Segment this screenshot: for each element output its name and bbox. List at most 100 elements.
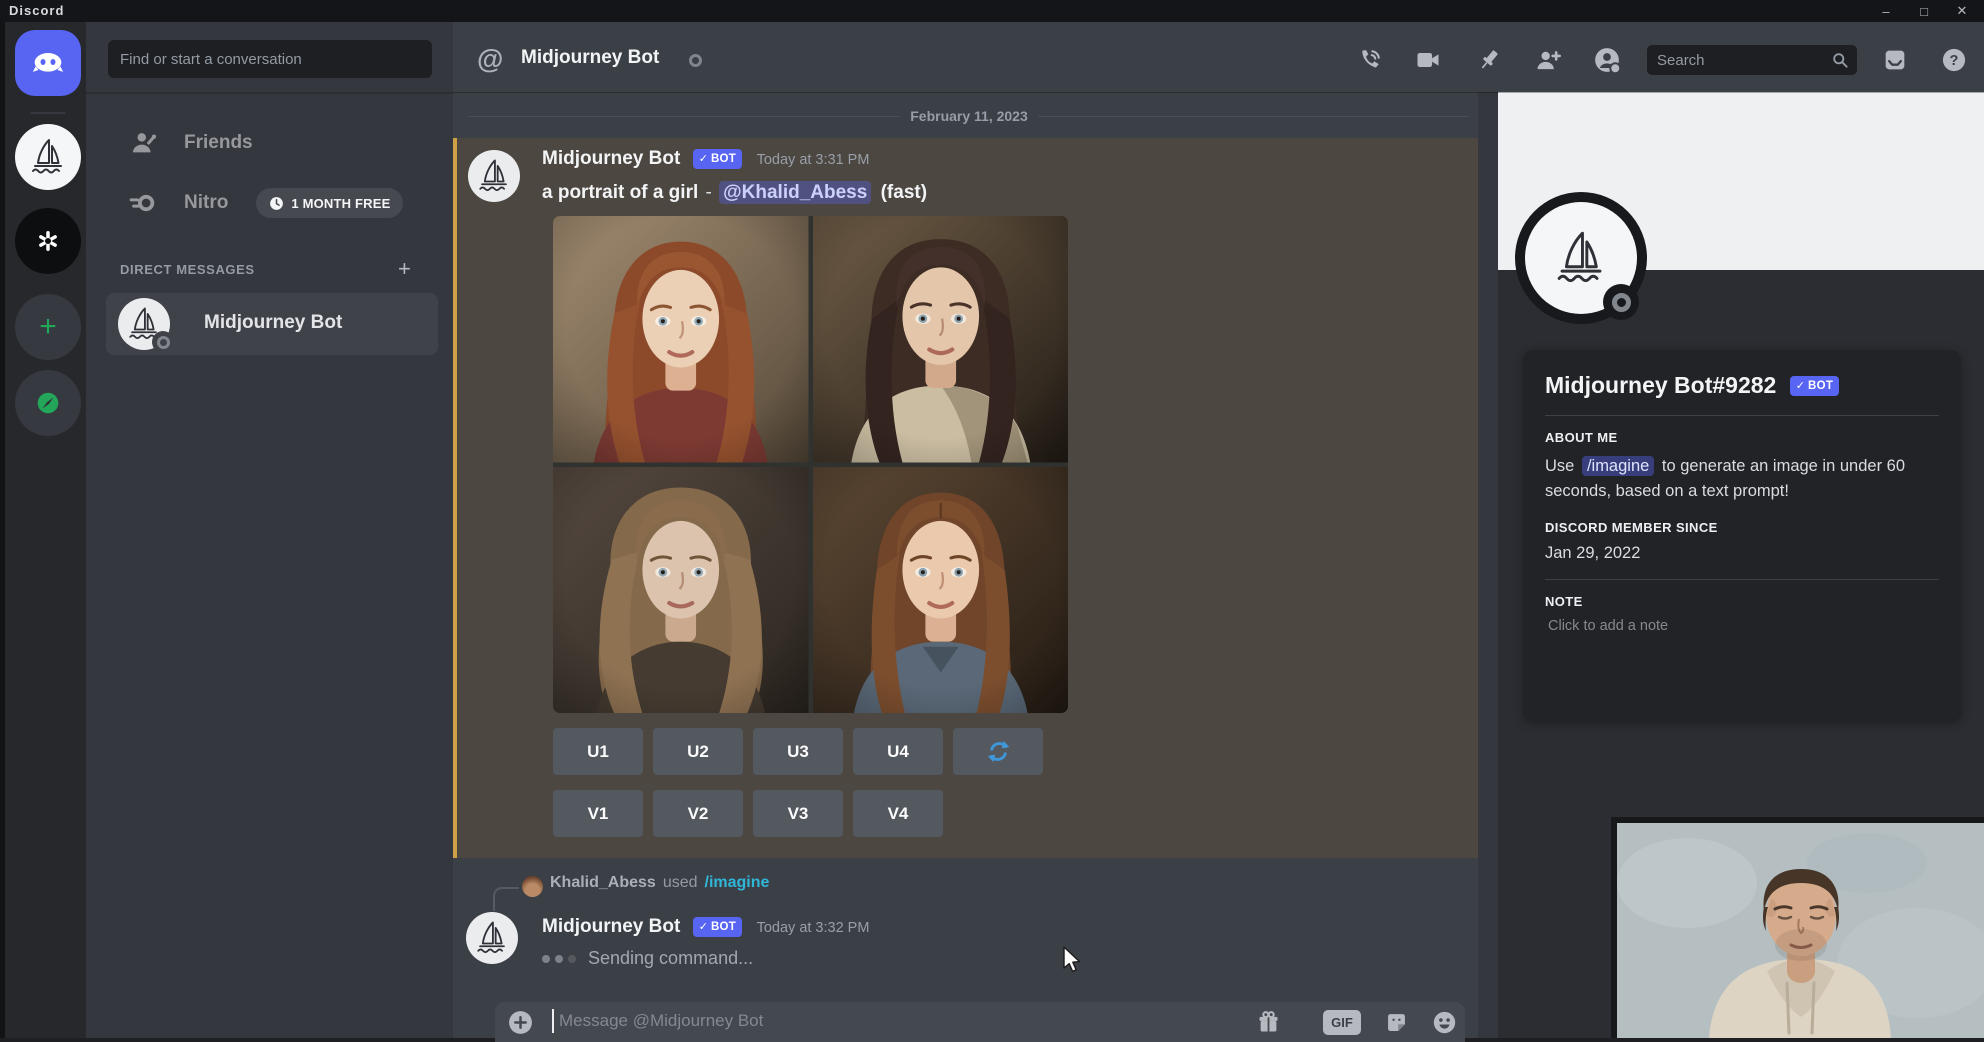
conversation-search-input[interactable]	[108, 40, 432, 78]
check-icon: ✓	[699, 152, 708, 165]
profile-name: Midjourney Bot#9282	[1545, 372, 1776, 398]
upscale-1-button[interactable]: U1	[553, 728, 643, 775]
chat-header: @ Midjourney Bot	[453, 22, 1984, 92]
dm-section-header[interactable]: DIRECT MESSAGES	[120, 262, 255, 277]
header-search-input[interactable]	[1657, 48, 1817, 72]
nitro-offer-label: 1 MONTH FREE	[291, 196, 390, 211]
dm-item-label: Midjourney Bot	[204, 312, 342, 334]
upload-button[interactable]	[507, 1009, 534, 1036]
rail-divider	[30, 112, 66, 114]
mouse-cursor	[1062, 946, 1086, 976]
chat-title: Midjourney Bot	[521, 47, 659, 69]
upscale-3-button[interactable]: U3	[753, 728, 843, 775]
reroll-button[interactable]	[953, 728, 1043, 775]
author-name[interactable]: Midjourney Bot	[542, 148, 680, 169]
author-name[interactable]: Midjourney Bot	[542, 916, 680, 937]
variation-2-button[interactable]: V2	[653, 790, 743, 837]
message-header: Midjourney Bot ✓ BOT Today at 3:31 PM	[542, 148, 869, 170]
about-me-label: ABOUT ME	[1545, 430, 1939, 445]
card-divider	[1545, 415, 1939, 416]
text-caret	[552, 1009, 554, 1033]
message-scroll-area[interactable]: February 11, 2023 Midjourney Bot ✓ BOT T…	[453, 92, 1498, 1038]
bot-badge: ✓ BOT	[693, 917, 742, 937]
sailboat-icon	[1546, 223, 1616, 293]
generated-portrait-4[interactable]	[813, 467, 1069, 714]
start-voice-call-button[interactable]	[1355, 45, 1385, 75]
message-composer[interactable]: GIF	[495, 1002, 1465, 1042]
command-user-avatar[interactable]	[522, 876, 543, 897]
sidebar-item-friends[interactable]: Friends	[98, 120, 442, 166]
gif-picker-button[interactable]: GIF	[1323, 1010, 1361, 1035]
create-dm-button[interactable]: +	[398, 256, 411, 282]
add-friends-to-dm-button[interactable]	[1533, 45, 1563, 75]
sticker-icon	[1383, 1009, 1410, 1036]
generated-portrait-3[interactable]	[553, 467, 809, 714]
member-since-value: Jan 29, 2022	[1545, 544, 1939, 563]
clock-icon	[268, 195, 285, 212]
sticker-button[interactable]	[1383, 1009, 1410, 1036]
webcam-video	[1617, 823, 1984, 1038]
emoji-button[interactable]	[1431, 1009, 1458, 1036]
gift-icon	[1255, 1009, 1282, 1036]
sidebar-divider	[86, 92, 453, 94]
prompt-text: a portrait of a girl - @Khalid_Abess (fa…	[542, 182, 927, 204]
start-video-call-button[interactable]	[1413, 45, 1443, 75]
user-profile-toggle-button[interactable]	[1592, 45, 1622, 75]
phone-call-icon	[1356, 46, 1384, 74]
message-avatar[interactable]	[468, 150, 520, 202]
app-title: Discord	[9, 3, 64, 18]
bot-badge: ✓ BOT	[1790, 376, 1839, 396]
maximize-button[interactable]: □	[1910, 0, 1938, 22]
minimize-button[interactable]: –	[1872, 0, 1900, 22]
upscale-2-button[interactable]: U2	[653, 728, 743, 775]
friends-label: Friends	[184, 132, 253, 154]
message-avatar[interactable]	[466, 912, 518, 964]
window-titlebar: Discord – □ ✕	[0, 0, 1984, 22]
profile-avatar[interactable]	[1515, 192, 1647, 324]
sailboat-icon	[472, 154, 516, 198]
sailboat-icon	[470, 916, 514, 960]
pending-status-text: Sending command...	[588, 948, 753, 969]
pinned-messages-button[interactable]	[1474, 45, 1504, 75]
generated-portrait-1[interactable]	[553, 216, 809, 463]
add-server-button[interactable]: +	[15, 294, 81, 360]
nitro-offer-badge: 1 MONTH FREE	[256, 188, 402, 218]
close-button[interactable]: ✕	[1948, 0, 1976, 22]
slash-command-link[interactable]: /imagine	[705, 874, 770, 892]
help-button[interactable]: ?	[1939, 45, 1969, 75]
explore-servers-button[interactable]	[15, 370, 81, 436]
header-search-box[interactable]	[1647, 45, 1857, 75]
plus-circle-icon	[507, 1009, 534, 1036]
dm-item-midjourney-bot[interactable]: Midjourney Bot	[106, 293, 438, 355]
chatgpt-server-button[interactable]	[15, 208, 81, 274]
timestamp: Today at 3:31 PM	[757, 152, 870, 168]
upscale-4-button[interactable]: U4	[853, 728, 943, 775]
variation-1-button[interactable]: V1	[553, 790, 643, 837]
sidebar-item-nitro[interactable]: Nitro 1 MONTH FREE	[98, 180, 442, 226]
date-divider: February 11, 2023	[469, 108, 1469, 124]
server-rail: +	[0, 22, 86, 1038]
gift-button[interactable]	[1255, 1009, 1282, 1036]
midjourney-server-button[interactable]	[15, 124, 81, 190]
command-context: Khalid_Abess used /imagine	[550, 874, 769, 892]
sailboat-icon	[24, 133, 72, 181]
imagine-command-pill[interactable]: /imagine	[1582, 456, 1654, 476]
video-camera-icon	[1414, 46, 1442, 74]
variation-4-button[interactable]: V4	[853, 790, 943, 837]
generated-image-grid[interactable]	[553, 216, 1068, 713]
about-me-text: Use /imagine to generate an image in und…	[1545, 454, 1941, 504]
search-icon	[1830, 50, 1850, 70]
discord-home-button[interactable]	[15, 30, 81, 96]
compass-icon	[28, 383, 68, 423]
openai-logo-icon	[26, 219, 70, 263]
loading-dots-icon	[542, 955, 576, 963]
command-user-name[interactable]: Khalid_Abess	[550, 874, 656, 892]
generated-portrait-2[interactable]	[813, 216, 1069, 463]
plus-icon: +	[39, 310, 57, 344]
variation-3-button[interactable]: V3	[753, 790, 843, 837]
timestamp: Today at 3:32 PM	[757, 920, 870, 936]
message-input[interactable]	[559, 1008, 1119, 1034]
inbox-button[interactable]	[1880, 45, 1910, 75]
user-mention[interactable]: @Khalid_Abess	[719, 181, 871, 204]
note-input-placeholder[interactable]: Click to add a note	[1548, 618, 1939, 634]
